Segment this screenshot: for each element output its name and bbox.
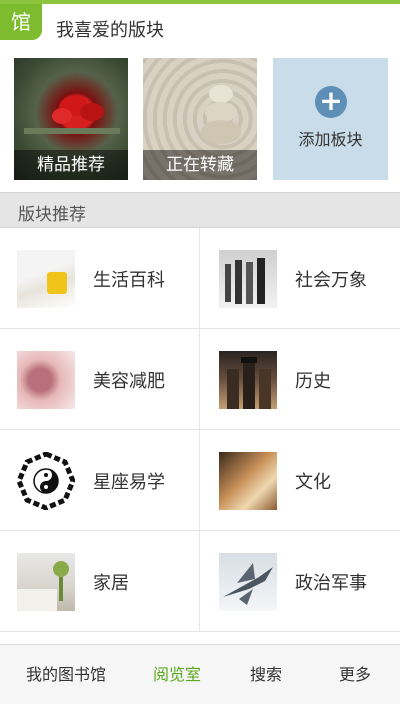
- history-image: [219, 351, 277, 409]
- category-label: 星座易学: [93, 472, 165, 493]
- category-item-history[interactable]: 历史: [200, 329, 400, 430]
- nav-reading-room[interactable]: 阅览室: [140, 645, 214, 704]
- nav-my-library[interactable]: 我的图书馆: [14, 645, 118, 704]
- favorite-tile-featured[interactable]: 精品推荐: [14, 58, 128, 180]
- plus-icon: +: [315, 86, 347, 118]
- favorite-caption: 精品推荐: [14, 150, 128, 180]
- favorite-caption: 正在转藏: [143, 150, 257, 180]
- category-label: 历史: [295, 371, 331, 392]
- society-image: [219, 250, 277, 308]
- section-header: 版块推荐: [0, 192, 400, 228]
- category-label: 社会万象: [295, 270, 367, 291]
- yin-yang-bagua-image: [17, 452, 75, 510]
- red-flowers-image: [24, 96, 120, 134]
- beauty-image: [17, 351, 75, 409]
- section-title: 版块推荐: [18, 205, 86, 225]
- category-label: 美容减肥: [93, 371, 165, 392]
- category-item-society[interactable]: 社会万象: [200, 228, 400, 329]
- category-item-home[interactable]: 家居: [0, 531, 200, 632]
- category-label: 生活百科: [93, 270, 165, 291]
- category-item-military[interactable]: 政治军事: [200, 531, 400, 632]
- zen-stones-image: [201, 85, 241, 144]
- bottom-navigation: 我的图书馆 阅览室 搜索 更多: [0, 644, 400, 704]
- home-image: [17, 553, 75, 611]
- category-grid: 生活百科 社会万象 美容减肥 历史 星座易学 文化 家居 政治军事: [0, 228, 400, 704]
- favorites-row: 精品推荐 正在转藏 + 添加板块: [0, 48, 400, 192]
- add-section-tile[interactable]: + 添加板块: [273, 58, 388, 180]
- category-label: 家居: [93, 573, 129, 594]
- nav-search[interactable]: 搜索: [232, 645, 300, 704]
- lifestyle-image: [17, 250, 75, 308]
- nav-more[interactable]: 更多: [324, 645, 386, 704]
- fighter-jet-image: [219, 553, 277, 611]
- category-item-astrology[interactable]: 星座易学: [0, 430, 200, 531]
- category-item-beauty[interactable]: 美容减肥: [0, 329, 200, 430]
- favorite-tile-collecting[interactable]: 正在转藏: [143, 58, 257, 180]
- category-item-culture[interactable]: 文化: [200, 430, 400, 531]
- category-label: 文化: [295, 472, 331, 493]
- category-item-lifestyle[interactable]: 生活百科: [0, 228, 200, 329]
- library-badge[interactable]: 馆: [0, 4, 42, 40]
- page-title: 我喜爱的版块: [56, 20, 164, 41]
- header: 馆 我喜爱的版块: [0, 4, 400, 48]
- culture-image: [219, 452, 277, 510]
- category-label: 政治军事: [295, 573, 367, 594]
- add-section-label: 添加板块: [298, 130, 363, 149]
